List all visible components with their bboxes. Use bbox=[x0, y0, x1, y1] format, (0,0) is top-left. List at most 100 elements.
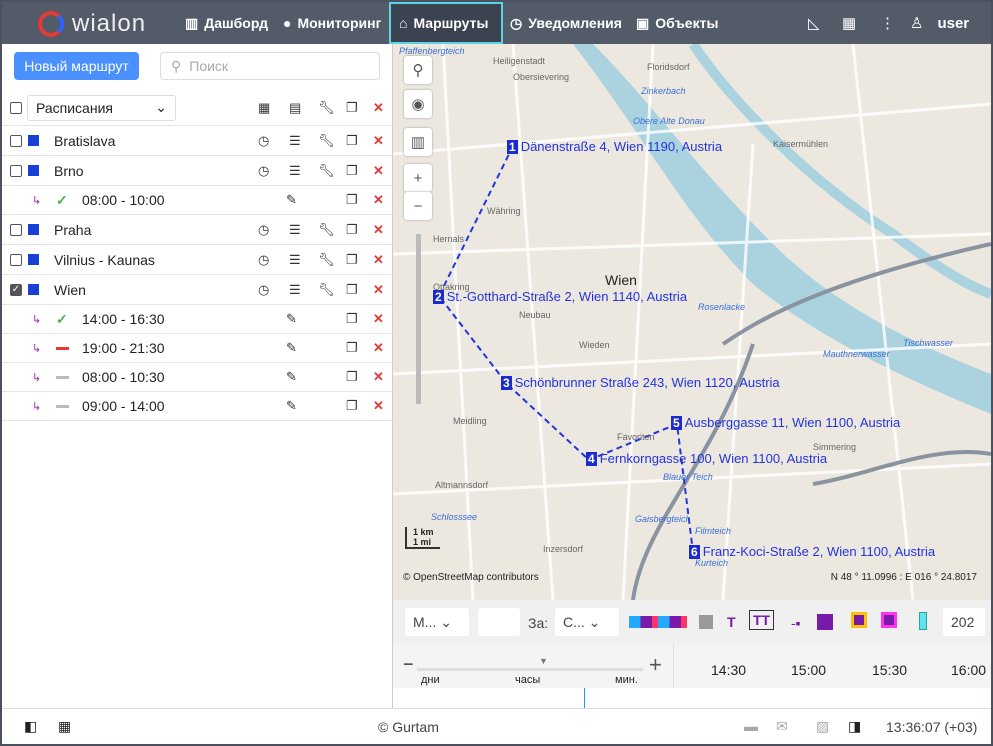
route-row[interactable]: Vilnius - Kaunas ◷ ☰ 🔧︎ ❐ ✕ bbox=[2, 245, 393, 275]
route-point[interactable]: 1 Dänenstraße 4, Wien 1190, Austria bbox=[507, 139, 722, 154]
track-style-icon[interactable] bbox=[629, 616, 687, 628]
copy-icon[interactable]: ❐ bbox=[346, 369, 358, 385]
apps-grid-icon[interactable]: ▦ bbox=[842, 2, 856, 44]
nav-notifications[interactable]: ◷ Уведомления bbox=[502, 2, 630, 44]
layout-icon[interactable]: ◨ bbox=[848, 718, 861, 735]
list-icon[interactable]: ☰ bbox=[289, 222, 301, 238]
wrench-icon[interactable]: 🔧︎ bbox=[318, 163, 335, 179]
list-icon[interactable]: ☰ bbox=[289, 133, 301, 149]
nav-routes[interactable]: ⌂ Маршруты bbox=[389, 2, 503, 44]
copy-icon[interactable]: ❐ bbox=[346, 252, 358, 268]
delete-icon[interactable]: ✕ bbox=[373, 398, 384, 414]
route-row[interactable]: ✓ Wien ◷ ☰ 🔧︎ ❐ ✕ bbox=[2, 275, 393, 305]
nav-monitoring[interactable]: ● Мониторинг bbox=[275, 2, 389, 44]
copy-icon[interactable]: ❐ bbox=[346, 311, 358, 327]
delete-icon[interactable]: ✕ bbox=[373, 100, 384, 116]
apps-icon[interactable]: ▦ bbox=[58, 718, 71, 735]
search-input[interactable]: ⚲ Поиск bbox=[160, 52, 380, 80]
schedule-row[interactable]: ↳ 19:00 - 21:30 ✎ ❐ ✕ bbox=[2, 334, 393, 363]
calendar-icon[interactable]: ▦ bbox=[258, 100, 270, 116]
copy-icon[interactable]: ❐ bbox=[346, 398, 358, 414]
yellow-square-icon[interactable] bbox=[851, 612, 867, 628]
route-checkbox[interactable] bbox=[10, 253, 22, 266]
grey-square-icon[interactable] bbox=[699, 615, 713, 629]
copy-icon[interactable]: ❐ bbox=[346, 163, 358, 179]
route-checkbox[interactable] bbox=[10, 223, 22, 236]
eye-icon[interactable]: ◉ bbox=[404, 90, 432, 118]
route-point[interactable]: 4 Fernkorngasse 100, Wien 1100, Austria bbox=[586, 451, 827, 466]
delete-icon[interactable]: ✕ bbox=[373, 163, 384, 179]
delete-icon[interactable]: ✕ bbox=[373, 252, 384, 268]
filter-select[interactable]: Расписания ⌄ bbox=[27, 94, 176, 121]
list-icon[interactable]: ☰ bbox=[289, 282, 301, 298]
new-route-button[interactable]: Новый маршрут bbox=[14, 52, 139, 80]
delete-icon[interactable]: ✕ bbox=[373, 340, 384, 356]
wrench-icon[interactable]: 🔧︎ bbox=[318, 133, 335, 149]
copy-icon[interactable]: ❐ bbox=[346, 192, 358, 208]
add-schedule-icon[interactable]: ◷ bbox=[258, 252, 269, 268]
route-point[interactable]: 6 Franz-Koci-Straße 2, Wien 1100, Austria bbox=[689, 544, 935, 559]
schedule-row[interactable]: ↳ ✓ 14:00 - 16:30 ✎ ❐ ✕ bbox=[2, 305, 393, 334]
scale-slider[interactable] bbox=[417, 668, 643, 671]
delete-icon[interactable]: ✕ bbox=[373, 282, 384, 298]
add-schedule-icon[interactable]: ◷ bbox=[258, 133, 269, 149]
attribution[interactable]: © OpenStreetMap contributors bbox=[403, 572, 539, 583]
copy-icon[interactable]: ❐ bbox=[346, 222, 358, 238]
table-icon[interactable]: ▤ bbox=[289, 100, 301, 116]
add-schedule-icon[interactable]: ◷ bbox=[258, 163, 269, 179]
delete-icon[interactable]: ✕ bbox=[373, 222, 384, 238]
route-point[interactable]: 2 St.-Gotthard-Straße 2, Wien 1140, Austr… bbox=[433, 289, 687, 304]
mail-icon[interactable]: ✉ bbox=[776, 718, 788, 735]
route-point[interactable]: 5 Ausberggasse 11, Wien 1100, Austria bbox=[671, 415, 900, 430]
wrench-icon[interactable]: 🔧︎ bbox=[318, 252, 335, 268]
more-icon[interactable]: ⋮ bbox=[880, 2, 895, 44]
route-checkbox[interactable]: ✓ bbox=[10, 283, 22, 296]
wrench-icon[interactable]: 🔧︎ bbox=[318, 282, 335, 298]
add-schedule-icon[interactable]: ◷ bbox=[258, 282, 269, 298]
user-menu[interactable]: ♙ user bbox=[910, 2, 969, 44]
panel-toggle-icon[interactable]: ◧ bbox=[24, 718, 37, 735]
wrench-icon[interactable]: 🔧︎ bbox=[318, 100, 335, 116]
card-icon[interactable]: ▬ bbox=[744, 718, 758, 734]
delete-icon[interactable]: ✕ bbox=[373, 133, 384, 149]
zoom-slider[interactable] bbox=[416, 234, 421, 404]
edit-icon[interactable]: ✎ bbox=[286, 398, 297, 414]
map-layers-icon[interactable]: ▥ bbox=[404, 128, 432, 156]
edit-icon[interactable]: ✎ bbox=[286, 192, 297, 208]
wialon-logo[interactable]: wialon bbox=[38, 10, 146, 38]
edit-icon[interactable]: ✎ bbox=[286, 369, 297, 385]
delete-icon[interactable]: ✕ bbox=[373, 192, 384, 208]
timeline-track[interactable] bbox=[393, 688, 991, 708]
nav-dashboard[interactable]: ▥ Дашборд bbox=[177, 2, 276, 44]
map-search-icon[interactable]: ⚲ bbox=[404, 56, 432, 84]
zoom-in-timeline-icon[interactable]: + bbox=[649, 652, 662, 678]
copy-icon[interactable]: ❐ bbox=[346, 100, 358, 116]
route-row[interactable]: Bratislava ◷ ☰ 🔧︎ ❐ ✕ bbox=[2, 126, 393, 156]
image-icon[interactable]: ▨ bbox=[816, 718, 829, 735]
period-select[interactable]: С... ⌄ bbox=[555, 608, 619, 636]
nav-units[interactable]: ▣ Объекты bbox=[628, 2, 726, 44]
edit-icon[interactable]: ✎ bbox=[286, 311, 297, 327]
add-schedule-icon[interactable]: ◷ bbox=[258, 222, 269, 238]
delete-icon[interactable]: ✕ bbox=[373, 369, 384, 385]
route-point[interactable]: 3 Schönbrunner Straße 243, Wien 1120, Aus… bbox=[501, 375, 780, 390]
route-row[interactable]: Praha ◷ ☰ 🔧︎ ❐ ✕ bbox=[2, 215, 393, 245]
edit-icon[interactable]: ✎ bbox=[286, 340, 297, 356]
purple-bar-icon[interactable] bbox=[817, 614, 833, 630]
pink-square-icon[interactable] bbox=[881, 612, 897, 628]
list-icon[interactable]: ☰ bbox=[289, 163, 301, 179]
candle-icon[interactable] bbox=[919, 612, 927, 630]
zoom-out-timeline-icon[interactable]: − bbox=[403, 654, 414, 675]
ruler-icon[interactable]: ◺ bbox=[808, 2, 820, 44]
select-all-checkbox[interactable] bbox=[10, 101, 22, 114]
list-icon[interactable]: ☰ bbox=[289, 252, 301, 268]
route-checkbox[interactable] bbox=[10, 134, 22, 147]
text-icon[interactable]: T bbox=[727, 614, 736, 630]
schedule-row[interactable]: ↳ 08:00 - 10:30 ✎ ❐ ✕ bbox=[2, 363, 393, 392]
zoom-in-button[interactable]: + bbox=[404, 164, 432, 192]
marker-icon[interactable]: -▪ bbox=[791, 615, 801, 631]
delete-icon[interactable]: ✕ bbox=[373, 311, 384, 327]
date-input[interactable] bbox=[478, 608, 520, 636]
route-checkbox[interactable] bbox=[10, 164, 22, 177]
slider-thumb-icon[interactable]: ▼ bbox=[539, 656, 548, 666]
